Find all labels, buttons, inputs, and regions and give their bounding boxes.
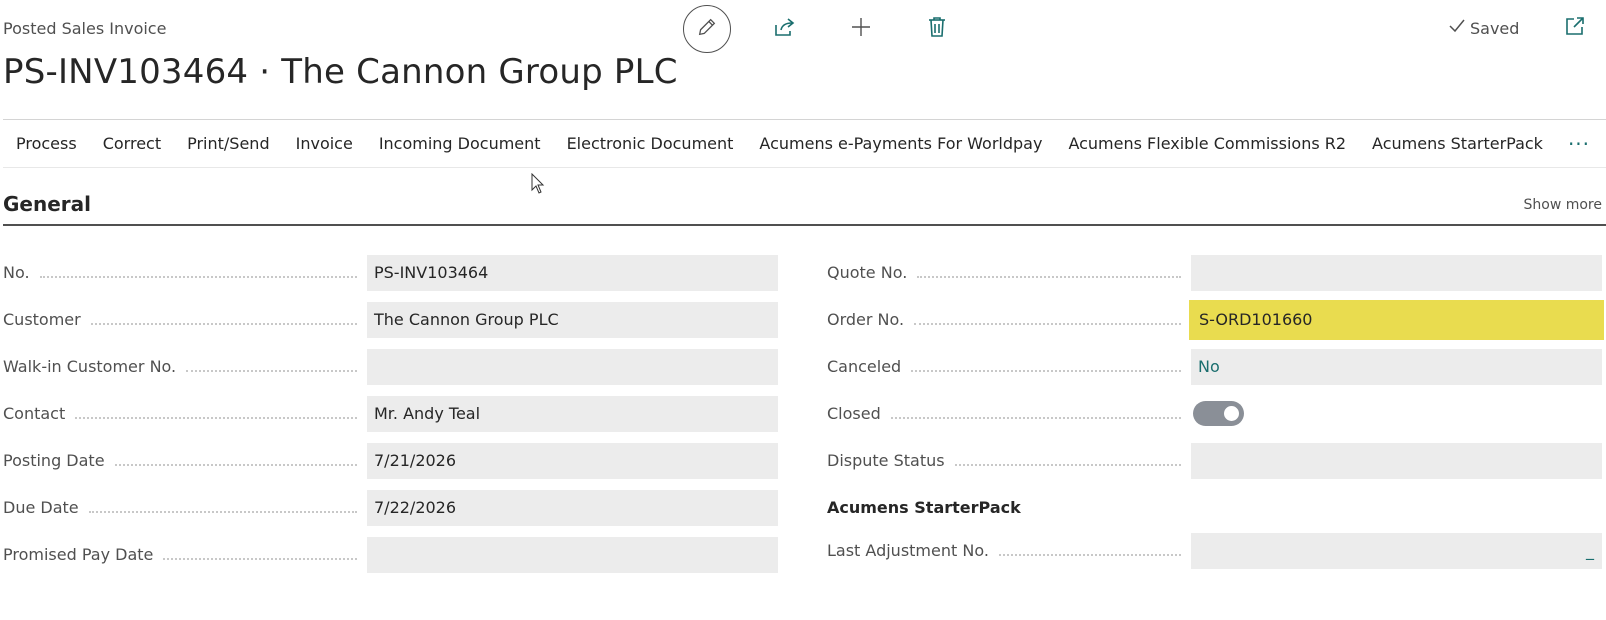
posting-date-field[interactable]: 7/21/2026 [367,442,778,479]
field-row-no: No. PS-INV103464 [3,249,779,296]
field-label: Contact [3,404,66,423]
section-divider [3,224,1606,226]
customer-field[interactable]: The Cannon Group PLC [367,301,778,338]
tab-process[interactable]: Process [3,120,90,167]
field-row-posting-date: Posting Date 7/21/2026 [3,437,779,484]
field-label: Order No. [827,310,905,329]
field-label: Last Adjustment No. [827,541,989,560]
page-actions [683,4,957,54]
walk-in-customer-no-field[interactable] [367,348,778,385]
lookup-button[interactable]: _ [1586,541,1594,560]
contact-field[interactable]: Mr. Andy Teal [367,395,778,432]
dispute-status-field[interactable] [1191,442,1602,479]
field-label: No. [3,263,30,282]
toggle-knob [1224,406,1239,421]
more-actions-button[interactable]: ··· [1556,124,1602,164]
field-row-dispute-status: Dispute Status [827,437,1606,484]
field-label: Closed [827,404,881,423]
tab-print-send[interactable]: Print/Send [174,120,283,167]
page-title: PS-INV103464 · The Cannon Group PLC [3,52,678,92]
quote-no-field[interactable] [1191,254,1602,291]
tab-acumens-starterpack[interactable]: Acumens StarterPack [1359,120,1556,167]
general-left-column: No. PS-INV103464 Customer The Cannon Gro… [3,249,779,578]
delete-button[interactable] [917,9,957,49]
field-label: Canceled [827,357,902,376]
edit-button[interactable] [683,5,731,53]
popout-button[interactable] [1563,16,1587,40]
last-adjustment-no-field[interactable]: _ [1191,532,1602,569]
field-row-quote-no: Quote No. [827,249,1606,296]
canceled-field[interactable]: No [1191,348,1602,385]
order-no-field[interactable]: S-ORD101660 [1191,301,1602,338]
plus-icon [850,16,872,42]
saved-status: Saved [1448,18,1519,38]
field-label: Walk-in Customer No. [3,357,177,376]
group-heading-acumens-starterpack: Acumens StarterPack [827,498,1021,517]
share-button[interactable] [765,9,805,49]
field-label: Customer [3,310,81,329]
field-label: Promised Pay Date [3,545,154,564]
field-row-due-date: Due Date 7/22/2026 [3,484,779,531]
tabs-divider [3,167,1606,168]
mouse-pointer-icon [531,172,545,195]
field-label: Posting Date [3,451,105,470]
show-more-link[interactable]: Show more [1524,197,1603,213]
field-row-contact: Contact Mr. Andy Teal [3,390,779,437]
no-field[interactable]: PS-INV103464 [367,254,778,291]
tab-incoming-document[interactable]: Incoming Document [366,120,554,167]
field-label: Quote No. [827,263,908,282]
closed-toggle[interactable] [1193,401,1244,426]
tab-acumens-flexible-commissions[interactable]: Acumens Flexible Commissions R2 [1055,120,1359,167]
tab-invoice[interactable]: Invoice [283,120,366,167]
tab-electronic-document[interactable]: Electronic Document [554,120,747,167]
field-label: Due Date [3,498,79,517]
section-title-general[interactable]: General [3,192,91,216]
popout-icon [1565,16,1585,40]
general-right-column: Quote No. Order No. S-ORD101660 Canceled… [827,249,1606,574]
action-bar: Process Correct Print/Send Invoice Incom… [3,120,1602,167]
page-type-label: Posted Sales Invoice [3,19,167,38]
promised-pay-date-field[interactable] [367,536,778,573]
field-row-canceled: Canceled No [827,343,1606,390]
saved-label: Saved [1470,18,1520,38]
subheading-row: Acumens StarterPack [827,484,1606,531]
trash-icon [927,16,947,42]
field-row-order-no: Order No. S-ORD101660 [827,296,1606,343]
tab-acumens-e-payments[interactable]: Acumens e-Payments For Worldpay [746,120,1055,167]
tab-correct[interactable]: Correct [90,120,174,167]
checkmark-icon [1448,18,1470,38]
field-label: Dispute Status [827,451,945,470]
pencil-icon [696,16,718,42]
share-icon [773,16,797,42]
field-row-last-adjustment-no: Last Adjustment No. _ [827,527,1606,574]
field-row-customer: Customer The Cannon Group PLC [3,296,779,343]
field-row-closed: Closed [827,390,1606,437]
field-row-walk-in-customer-no: Walk-in Customer No. [3,343,779,390]
due-date-field[interactable]: 7/22/2026 [367,489,778,526]
new-button[interactable] [841,9,881,49]
field-row-promised-pay-date: Promised Pay Date [3,531,779,578]
